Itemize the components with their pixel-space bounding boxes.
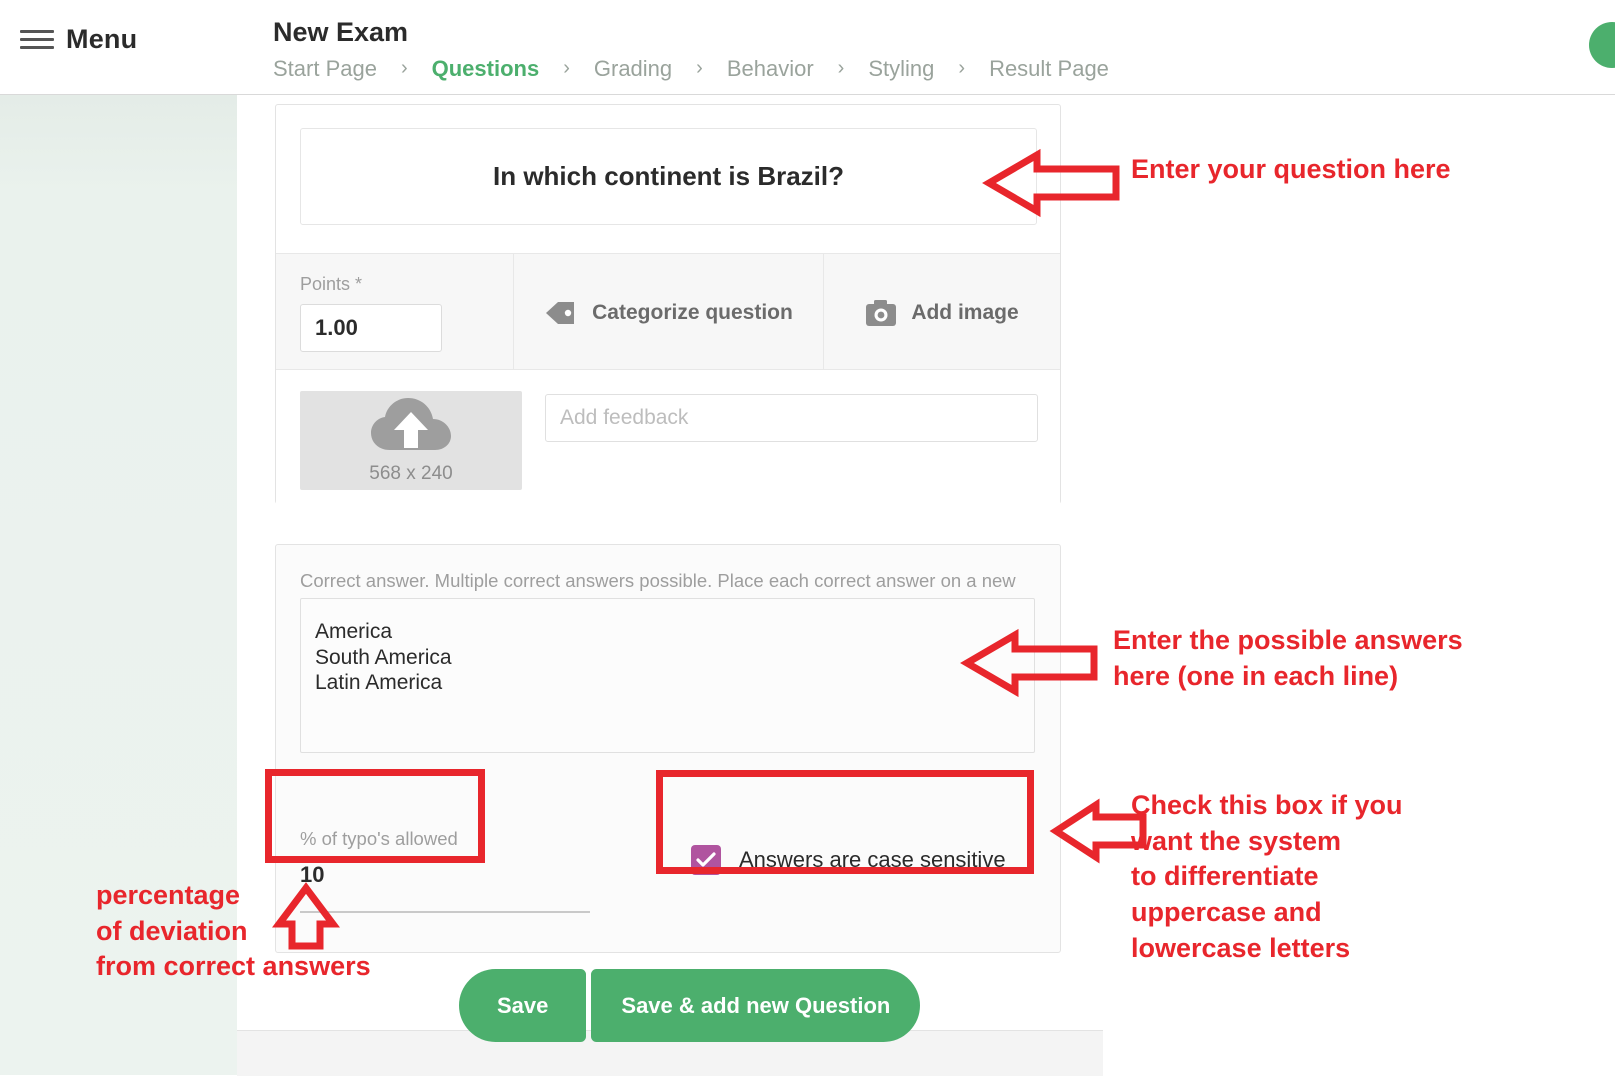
- upload-dimensions-label: 568 x 240: [369, 463, 453, 484]
- breadcrumb: Start Page › Questions › Grading › Behav…: [273, 56, 1109, 82]
- chevron-right-icon: ›: [958, 57, 966, 80]
- breadcrumb-item-start-page[interactable]: Start Page: [273, 56, 377, 82]
- case-sensitive-toggle[interactable]: Answers are case sensitive: [691, 845, 1006, 875]
- main-content: In which continent is Brazil? Points * 1…: [237, 95, 1615, 1076]
- question-card: In which continent is Brazil? Points * 1…: [275, 104, 1061, 504]
- answer-line: America: [315, 620, 393, 643]
- correct-answers-textarea[interactable]: America South America Latin America: [300, 598, 1035, 753]
- add-image-button[interactable]: Add image: [824, 254, 1060, 371]
- title-block: New Exam Start Page › Questions › Gradin…: [273, 17, 1109, 82]
- typo-percentage-label: % of typo's allowed: [300, 828, 458, 849]
- case-sensitive-label: Answers are case sensitive: [739, 847, 1006, 872]
- cloud-upload-icon: [368, 396, 454, 461]
- answer-card: Correct answer. Multiple correct answers…: [275, 544, 1061, 953]
- avatar[interactable]: [1589, 22, 1615, 68]
- breadcrumb-item-grading[interactable]: Grading: [594, 56, 672, 82]
- answer-line: Latin America: [315, 671, 443, 695]
- page-title: New Exam: [273, 17, 409, 47]
- add-image-label: Add image: [911, 300, 1019, 324]
- menu-label: Menu: [66, 24, 138, 54]
- chevron-right-icon: ›: [563, 57, 570, 80]
- breadcrumb-item-result-page[interactable]: Result Page: [989, 56, 1109, 82]
- app-header: Menu New Exam Start Page › Questions › G…: [0, 0, 1615, 95]
- case-sensitive-checkbox[interactable]: [691, 845, 721, 875]
- breadcrumb-item-questions[interactable]: Questions: [432, 56, 540, 82]
- points-input[interactable]: 1.00: [300, 303, 442, 352]
- tag-icon: [544, 298, 576, 328]
- chevron-right-icon: ›: [696, 57, 703, 80]
- points-cell: Points * 1.00: [276, 254, 514, 371]
- save-button-row: Save Save & add new Question: [459, 969, 921, 1042]
- save-button[interactable]: Save: [459, 969, 587, 1042]
- feedback-row: 568 x 240 Add feedback: [276, 370, 1060, 504]
- breadcrumb-item-styling[interactable]: Styling: [868, 56, 934, 82]
- answer-line: South America: [315, 645, 452, 669]
- question-meta-row: Points * 1.00 Categorize question Add im…: [276, 253, 1060, 371]
- save-and-add-question-button[interactable]: Save & add new Question: [591, 969, 921, 1042]
- categorize-question-button[interactable]: Categorize question: [514, 254, 824, 371]
- feedback-input[interactable]: Add feedback: [545, 394, 1038, 442]
- categorize-question-label: Categorize question: [592, 300, 793, 324]
- image-upload-button[interactable]: 568 x 240: [300, 391, 522, 490]
- chevron-right-icon: ›: [837, 57, 845, 80]
- chevron-right-icon: ›: [400, 57, 408, 80]
- menu-button[interactable]: Menu: [20, 24, 137, 55]
- breadcrumb-item-behavior[interactable]: Behavior: [727, 56, 814, 82]
- question-text: In which continent is Brazil?: [492, 161, 845, 191]
- hamburger-menu-icon: [20, 29, 54, 51]
- left-sidebar: [0, 95, 237, 1075]
- input-underline: [300, 911, 590, 913]
- typo-percentage-input[interactable]: 10: [300, 862, 590, 888]
- camera-icon: [865, 299, 897, 327]
- points-label: Points *: [300, 273, 363, 294]
- typo-percentage-block: % of typo's allowed 10: [300, 828, 590, 913]
- question-input[interactable]: In which continent is Brazil?: [300, 128, 1037, 225]
